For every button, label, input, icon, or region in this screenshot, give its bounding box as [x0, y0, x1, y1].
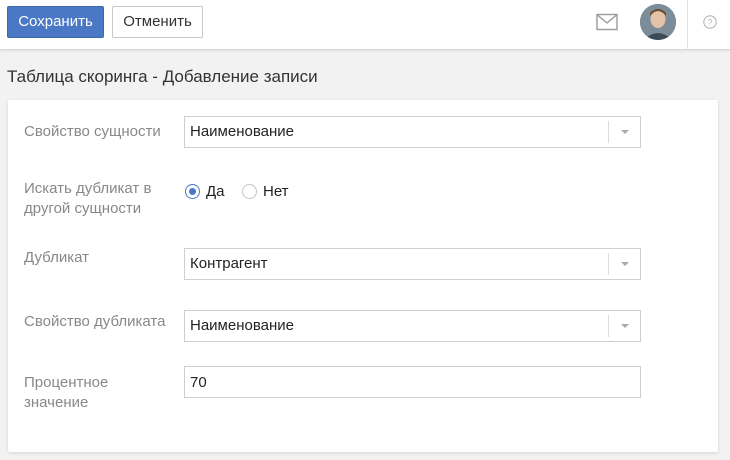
toolbar-divider	[687, 0, 688, 50]
radio-yes[interactable]: Да	[185, 181, 225, 201]
radio-no-label: Нет	[263, 182, 289, 200]
entity-property-select[interactable]: Наименование	[184, 116, 641, 148]
percent-value-input[interactable]	[184, 366, 641, 398]
duplicate-property-label: Свойство дубликата	[24, 313, 166, 330]
select-separator	[608, 253, 609, 275]
chevron-down-icon[interactable]	[621, 324, 629, 328]
radio-no-unchecked-icon[interactable]	[242, 183, 257, 199]
mail-icon[interactable]	[596, 13, 618, 31]
duplicate-select[interactable]: Контрагент	[184, 248, 641, 280]
svg-text:?: ?	[707, 17, 712, 27]
form-card: Свойство сущности Наименование Искать ду…	[8, 100, 718, 452]
user-avatar-icon	[640, 4, 676, 40]
cancel-button[interactable]: Отменить	[112, 6, 203, 38]
radio-no[interactable]: Нет	[242, 181, 289, 201]
avatar[interactable]	[640, 4, 676, 40]
save-button[interactable]: Сохранить	[7, 6, 104, 38]
entity-property-label: Свойство сущности	[24, 123, 161, 140]
entity-property-value: Наименование	[190, 123, 294, 140]
duplicate-value: Контрагент	[190, 255, 268, 272]
top-toolbar: Сохранить Отменить ?	[0, 0, 730, 50]
duplicate-property-value: Наименование	[190, 317, 294, 334]
page-title: Таблица скоринга - Добавление записи	[7, 67, 318, 86]
radio-yes-checked-icon[interactable]	[185, 183, 200, 199]
select-separator	[608, 315, 609, 337]
percent-value-label: Процентное значение	[24, 374, 109, 411]
chevron-down-icon[interactable]	[621, 130, 629, 134]
select-separator	[608, 121, 609, 143]
radio-yes-label: Да	[206, 182, 225, 200]
duplicate-property-select[interactable]: Наименование	[184, 310, 641, 342]
duplicate-label: Дубликат	[24, 249, 89, 266]
search-duplicate-label: Искать дубликат в другой сущности	[24, 180, 152, 217]
help-icon[interactable]: ?	[703, 15, 717, 29]
chevron-down-icon[interactable]	[621, 262, 629, 266]
